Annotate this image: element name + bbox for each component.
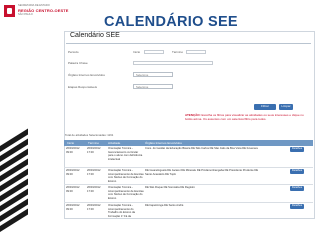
row1-details-button[interactable]: Detalhes xyxy=(290,147,304,152)
row-divider xyxy=(64,202,313,203)
palavra-chave-label: Palavra Chave xyxy=(68,61,88,65)
row4-details-button[interactable]: Detalhes xyxy=(290,204,304,209)
termino-date-input[interactable] xyxy=(186,49,206,54)
row4-atividade: Orientação Técnica - Acompanhamento do T… xyxy=(108,204,135,218)
orgaos-select-value: Selecione xyxy=(136,73,149,77)
etapas-select[interactable]: Selecione xyxy=(133,84,173,89)
row1-orgaos: Cons. do Gestão da Educação Básica DE Sã… xyxy=(145,147,258,150)
row3-atividade: Orientação Técnica - Acompanhamento de E… xyxy=(108,186,144,200)
row2-orgaos: DE Guaratinguetá DE Jacareí DE Miracatu … xyxy=(145,169,259,176)
col-header-atividade[interactable]: Atividade xyxy=(108,141,120,145)
clear-button[interactable]: Limpar xyxy=(279,104,293,110)
row-divider xyxy=(64,167,313,168)
col-header-inicio[interactable]: Início xyxy=(67,141,74,145)
row2-inicio: 26/03/2012 09:00 xyxy=(66,169,80,176)
etapas-label: Etapas Responsáveis xyxy=(68,85,98,89)
orgaos-select[interactable]: Selecione xyxy=(133,72,173,77)
col-header-termino[interactable]: Término xyxy=(88,141,99,145)
attention-text: Escolha os filtros para visualizar as at… xyxy=(185,113,304,121)
attention-note: ATENÇÃO: Escolha os filtros para visuali… xyxy=(185,113,305,121)
etapas-select-value: Selecione xyxy=(136,85,149,89)
filter-results-button[interactable]: Filtrar Resultados xyxy=(254,104,276,114)
inicio-date-input[interactable] xyxy=(144,49,164,54)
row4-inicio: 26/03/2012 09:00 xyxy=(66,204,80,211)
org-line-3: SÃO PAULO xyxy=(18,12,33,16)
row2-atividade: Orientação Técnica - Acompanhamento de E… xyxy=(108,169,144,183)
row3-details-button[interactable]: Detalhes xyxy=(290,186,304,191)
table-header xyxy=(64,140,313,146)
row2-details-button[interactable]: Detalhes xyxy=(290,169,304,174)
page-title: CALENDÁRIO SEE xyxy=(104,14,238,30)
row3-termino: 26/03/2012 17:00 xyxy=(87,186,101,193)
termino-label: Término xyxy=(172,50,184,54)
row-divider xyxy=(64,184,313,185)
row4-termino: 26/03/2012 17:00 xyxy=(87,204,101,211)
inicio-label: Início xyxy=(133,50,141,54)
col-header-orgaos[interactable]: Órgãos Internos Envolvidos xyxy=(145,141,182,145)
palavra-chave-input[interactable] xyxy=(133,60,213,65)
periodo-label: Período xyxy=(68,50,79,54)
row1-inicio: 26/03/2012 09:00 xyxy=(66,147,80,154)
state-logo xyxy=(4,5,15,17)
orgaos-label: Órgãos Internos Envolvidos xyxy=(68,73,105,77)
row4-orgaos: DE Itapetininga DE Santo André xyxy=(145,204,184,207)
total-activities: Total de atividades Selecionadas: 1161 xyxy=(65,133,114,137)
row1-termino: 26/03/2012 17:00 xyxy=(87,147,101,154)
row1-atividade: Orientação Técnica - Gerenciamento curri… xyxy=(108,147,143,161)
panel-divider xyxy=(66,43,311,44)
row2-termino: 26/03/2012 17:00 xyxy=(87,169,101,176)
row3-inicio: 26/03/2012 09:00 xyxy=(66,186,80,193)
row3-orgaos: DE São Roque DE Sorocaba DE Registro xyxy=(145,186,195,189)
panel-title: Calendário SEE xyxy=(70,32,120,39)
